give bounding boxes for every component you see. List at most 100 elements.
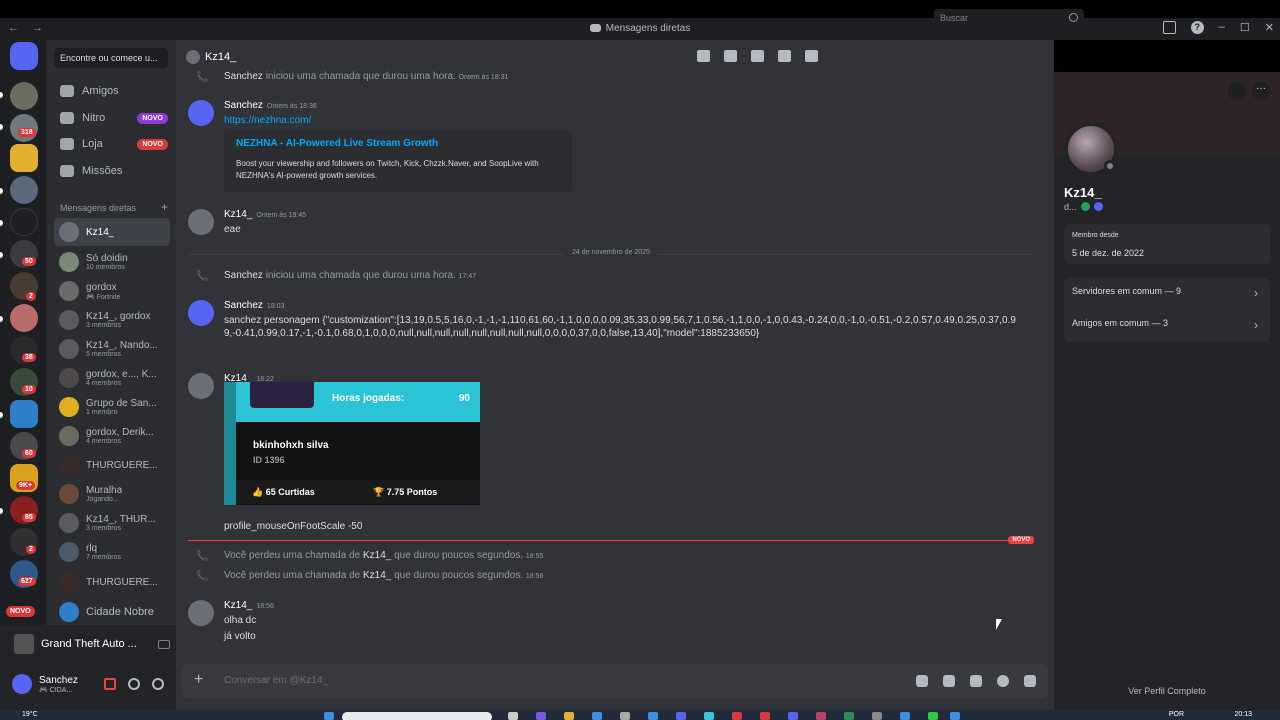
weather-widget[interactable]: 19°C [22, 711, 38, 718]
nav-nitro[interactable]: Nitro NOVO [54, 107, 168, 129]
dm-sub: 🎮 Fortnite [86, 293, 121, 301]
nav-friends[interactable]: Amigos [54, 80, 168, 102]
dm-item[interactable]: rlq 7 membros [54, 538, 170, 566]
search-input[interactable]: Buscar [934, 9, 1084, 27]
inbox-icon[interactable] [1162, 21, 1176, 34]
home-button[interactable] [10, 42, 38, 70]
message-author[interactable]: Kz14_ [224, 600, 252, 611]
nav-shop[interactable]: Loja NOVO [54, 133, 168, 155]
dm-item[interactable]: Kz14_, THUR... 3 membros [54, 509, 170, 537]
taskbar-app-icon[interactable] [620, 712, 630, 720]
avatar[interactable] [188, 600, 214, 626]
taskbar-app-icon[interactable] [648, 712, 658, 720]
dm-item[interactable]: THURGUERE... [54, 568, 170, 596]
server-icon[interactable] [10, 82, 38, 110]
user-profile-icon[interactable] [805, 50, 818, 62]
more-icon[interactable]: ··· [1252, 82, 1270, 100]
sticker-icon[interactable] [970, 675, 982, 687]
headset-icon[interactable] [128, 678, 140, 690]
taskbar-app-icon[interactable] [704, 712, 714, 720]
gif-icon[interactable] [943, 675, 955, 687]
taskbar-app-icon[interactable] [950, 712, 960, 720]
embed-title[interactable]: NEZHNA - AI-Powered Live Stream Growth [236, 138, 438, 149]
dm-item[interactable]: gordox, Derik... 4 membros [54, 422, 170, 450]
message-author[interactable]: Sanchez [224, 100, 263, 111]
taskbar-app-icon[interactable] [760, 712, 770, 720]
activity-status[interactable]: Grand Theft Auto ... [6, 631, 170, 657]
find-conversation-input[interactable]: Encontre ou comece u... [54, 48, 168, 68]
message-input[interactable]: Conversar em @Kz14_ [224, 675, 328, 686]
recipient-name[interactable]: Kz14_ [205, 51, 236, 63]
server-icon[interactable] [10, 176, 38, 204]
dm-item[interactable]: Kz14_, Nando... 5 membros [54, 335, 170, 363]
mutual-friends-row[interactable]: Amigos em comum — 3 › [1072, 318, 1262, 336]
taskbar-app-icon[interactable] [732, 712, 742, 720]
dm-item[interactable]: Muralha Jogando... [54, 480, 170, 508]
taskbar-app-icon[interactable] [900, 712, 910, 720]
taskbar-app-icon[interactable] [816, 712, 826, 720]
taskbar-app-icon[interactable] [844, 712, 854, 720]
dm-item[interactable]: Cidade Nobre [54, 598, 170, 626]
avatar[interactable] [188, 373, 214, 399]
help-icon[interactable]: ? [1190, 21, 1204, 34]
message-author[interactable]: Kz14_ [224, 209, 252, 220]
mutual-servers-row[interactable]: Servidores em comum — 9 › [1072, 286, 1262, 304]
taskbar-app-icon[interactable] [536, 712, 546, 720]
message-author[interactable]: Sanchez [224, 300, 263, 311]
avatar[interactable] [12, 674, 32, 694]
badge-icon[interactable] [1080, 202, 1090, 211]
add-friends-icon[interactable] [778, 50, 791, 62]
taskbar-app-icon[interactable] [564, 712, 574, 720]
image-attachment[interactable]: Horas jogadas: 90 bkinhohxh silva ID 1396… [224, 382, 480, 505]
caller-name[interactable]: Sanchez [224, 270, 263, 281]
message: Sanchez 18:03 sanchez personagem {"custom… [188, 300, 1038, 360]
start-icon[interactable] [324, 712, 334, 720]
avatar[interactable] [188, 209, 214, 235]
dm-item[interactable]: THURGUERE... [54, 451, 170, 479]
caller-name[interactable]: Kz14_ [363, 570, 391, 581]
server-icon[interactable] [10, 400, 38, 428]
nav-quests[interactable]: Missões [54, 160, 168, 182]
taskbar-app-icon[interactable] [788, 712, 798, 720]
dm-item[interactable]: gordox, e..., K... 4 membros [54, 364, 170, 392]
caller-name[interactable]: Sanchez [224, 71, 263, 82]
maximize-button[interactable]: ☐ [1240, 21, 1250, 34]
create-dm-icon[interactable]: + [161, 200, 168, 214]
taskbar-app-icon[interactable] [676, 712, 686, 720]
taskbar-search[interactable] [342, 712, 492, 720]
view-full-profile-link[interactable]: Ver Perfil Completo [1054, 686, 1280, 696]
language-indicator[interactable]: POR [1169, 711, 1184, 718]
taskbar-app-icon[interactable] [872, 712, 882, 720]
avatar[interactable] [188, 100, 214, 126]
taskbar-app-icon[interactable] [508, 712, 518, 720]
dm-item[interactable]: Kz14_ [54, 218, 170, 246]
pin-icon[interactable] [751, 50, 764, 62]
gear-icon[interactable] [152, 678, 164, 690]
badge-icon[interactable] [1093, 202, 1103, 211]
dm-item[interactable]: Kz14_, gordox 3 membros [54, 306, 170, 334]
dm-item[interactable]: Só doidin 10 membros [54, 248, 170, 276]
server-icon[interactable] [10, 144, 38, 172]
taskbar-app-icon[interactable] [928, 712, 938, 720]
activity-screen-icon[interactable] [158, 639, 170, 649]
dm-item[interactable]: gordox 🎮 Fortnite [54, 277, 170, 305]
server-icon[interactable] [10, 208, 38, 236]
caller-name[interactable]: Kz14_ [363, 550, 391, 561]
voice-call-icon[interactable] [697, 50, 710, 62]
new-badge[interactable]: NOVO [6, 606, 35, 617]
close-button[interactable]: ✕ [1265, 21, 1274, 34]
add-friend-icon[interactable] [1228, 82, 1246, 100]
clock[interactable]: 20:13 [1234, 711, 1252, 718]
message-link[interactable]: https://nezhna.com/ [224, 115, 311, 126]
avatar[interactable] [188, 300, 214, 326]
dm-item[interactable]: Grupo de San... 1 membro [54, 393, 170, 421]
emoji-icon[interactable] [997, 675, 1009, 687]
attach-plus-icon[interactable]: + [194, 671, 203, 689]
taskbar-app-icon[interactable] [592, 712, 602, 720]
gift-icon[interactable] [916, 675, 928, 687]
video-call-icon[interactable] [724, 50, 737, 62]
server-icon[interactable] [10, 304, 38, 332]
minimize-button[interactable]: – [1219, 21, 1225, 34]
mute-mic-icon[interactable] [104, 678, 116, 690]
apps-icon[interactable] [1024, 675, 1036, 687]
